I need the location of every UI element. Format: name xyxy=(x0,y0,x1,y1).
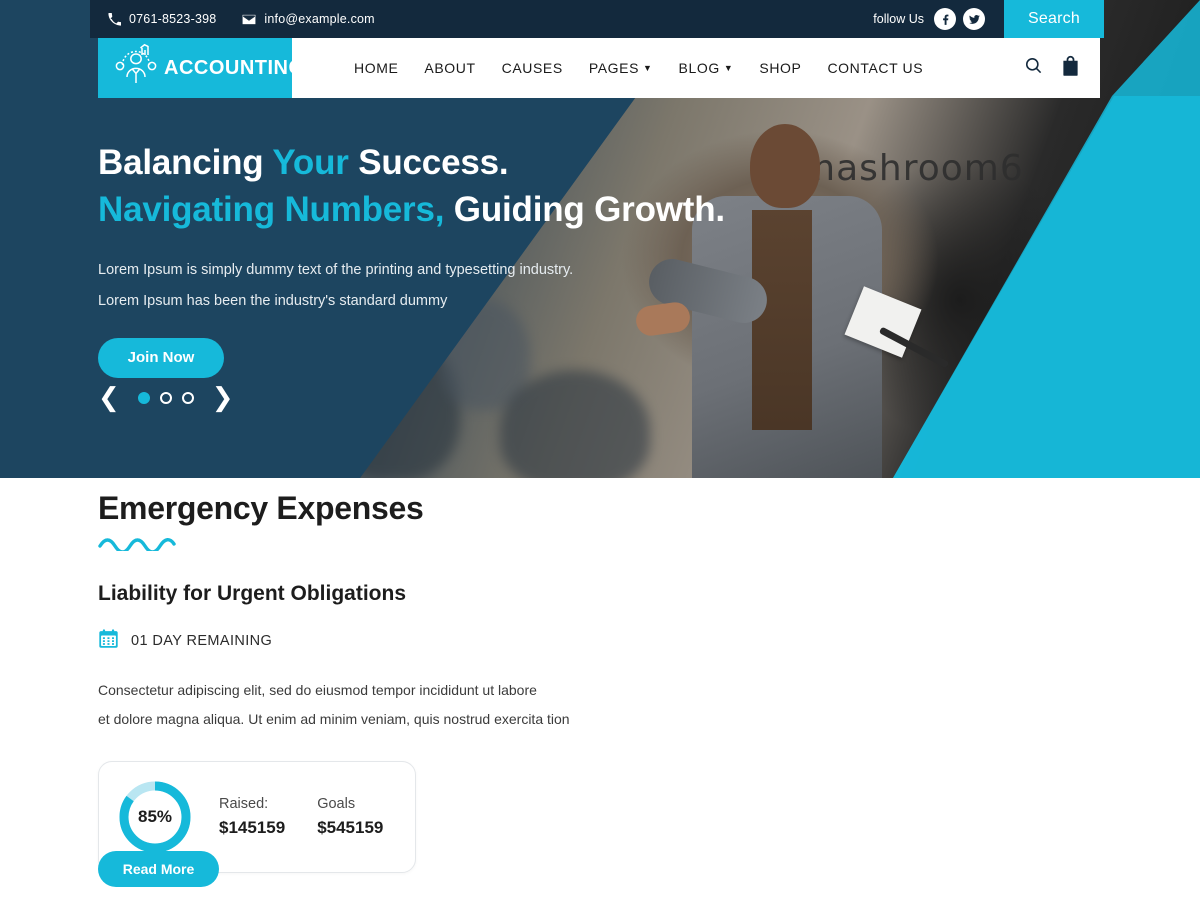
email-address: info@example.com xyxy=(264,12,375,26)
hero-blurred-figure xyxy=(500,370,650,478)
phone-number: 0761-8523-398 xyxy=(129,12,217,26)
hero-content: Balancing Your Success. Navigating Numbe… xyxy=(98,140,738,378)
read-more-button[interactable]: Read More xyxy=(98,851,219,887)
carousel-dot-2[interactable] xyxy=(159,392,172,404)
site-header: ACCOUNTING HOME ABOUT CAUSES PAGES ▼ BLO… xyxy=(98,38,1100,98)
nav-label: HOME xyxy=(354,60,399,76)
nav-item-pages[interactable]: PAGES ▼ xyxy=(589,60,653,76)
section-title: Emergency Expenses xyxy=(98,490,424,526)
search-button[interactable]: Search xyxy=(1004,0,1104,38)
chevron-left-icon[interactable]: ❮ xyxy=(98,385,120,411)
follow-us-label: follow Us xyxy=(873,12,924,26)
raised-column: Raised: $145159 xyxy=(219,796,285,838)
nav-item-causes[interactable]: CAUSES xyxy=(502,60,563,76)
progress-percent-label: 85% xyxy=(137,806,173,826)
nav-label: SHOP xyxy=(759,60,802,76)
phone-contact[interactable]: 0761-8523-398 xyxy=(108,12,216,26)
hero-title-highlight: Navigating Numbers, xyxy=(98,189,445,229)
nav-label: ABOUT xyxy=(424,60,476,76)
nav-label: PAGES xyxy=(588,60,640,76)
join-now-button[interactable]: Join Now xyxy=(98,337,224,378)
section-paragraph-line: et dolore magna aliqua. Ut enim ad minim… xyxy=(98,711,570,728)
nav-label: CAUSES xyxy=(501,60,563,76)
progress-donut: 85% xyxy=(117,779,193,855)
hero-title-part: Success. xyxy=(348,143,509,182)
days-remaining-label: 01 DAY REMAINING xyxy=(131,633,273,649)
accountant-icon xyxy=(112,43,160,94)
carousel-dots xyxy=(137,392,194,404)
chevron-right-icon[interactable]: ❯ xyxy=(212,385,234,411)
twitter-icon[interactable] xyxy=(963,8,985,30)
raised-value: $145159 xyxy=(219,817,286,837)
nav-item-contact-us[interactable]: CONTACT US xyxy=(827,60,923,76)
nav-label: BLOG xyxy=(678,60,720,76)
hero-carousel-controls: ❮ ❯ xyxy=(98,385,234,411)
calendar-icon xyxy=(98,628,119,654)
nav-item-about[interactable]: ABOUT xyxy=(424,60,475,76)
header-icon-group xyxy=(1024,55,1100,81)
hero-paragraph: Lorem Ipsum is simply dummy text of the … xyxy=(98,255,738,316)
hero-title-highlight: Your xyxy=(272,143,349,182)
nav-item-shop[interactable]: SHOP xyxy=(759,60,801,76)
chevron-down-icon: ▼ xyxy=(643,62,653,73)
carousel-dot-3[interactable] xyxy=(181,392,194,404)
chevron-down-icon: ▼ xyxy=(723,62,734,73)
phone-icon xyxy=(108,12,121,26)
funding-figures: Raised: $145159 Goals $545159 xyxy=(219,796,383,838)
top-bar: 0761-8523-398 info@example.com follow Us… xyxy=(0,0,1200,38)
nav-item-blog[interactable]: BLOG ▼ xyxy=(679,60,734,76)
goals-label: Goals xyxy=(317,795,356,812)
hero-title-part: Balancing xyxy=(98,143,273,182)
search-icon[interactable] xyxy=(1024,56,1043,80)
facebook-icon[interactable] xyxy=(934,8,956,30)
shopping-bag-icon[interactable] xyxy=(1061,55,1080,81)
raised-label: Raised: xyxy=(219,795,269,812)
email-contact[interactable]: info@example.com xyxy=(242,12,375,26)
days-remaining-row: 01 DAY REMAINING xyxy=(98,628,618,654)
nav-label: CONTACT US xyxy=(827,60,924,76)
page-root: mashroom6 0761-8523-398 info@example.com… xyxy=(0,0,1200,900)
carousel-dot-1[interactable] xyxy=(137,392,150,404)
logo[interactable]: ACCOUNTING xyxy=(98,38,304,98)
section-paragraph-line: Consectetur adipiscing elit, sed do eius… xyxy=(98,682,537,698)
hero-paragraph-line: Lorem Ipsum has been the industry's stan… xyxy=(98,292,448,309)
goals-value: $545159 xyxy=(317,817,384,837)
envelope-icon xyxy=(242,14,256,25)
hero-title-part: Guiding Growth. xyxy=(444,189,725,229)
hero-paragraph-line: Lorem Ipsum is simply dummy text of the … xyxy=(98,262,574,279)
nav-item-home[interactable]: HOME xyxy=(354,60,398,76)
main-navigation: HOME ABOUT CAUSES PAGES ▼ BLOG ▼ SHOP CO… xyxy=(354,60,923,76)
section-subtitle: Liability for Urgent Obligations xyxy=(98,582,407,605)
emergency-expenses-section: Emergency Expenses Liability for Urgent … xyxy=(0,478,1200,900)
section-paragraph: Consectetur adipiscing elit, sed do eius… xyxy=(98,676,618,735)
wave-underline xyxy=(98,537,618,556)
goals-column: Goals $545159 xyxy=(317,796,383,838)
hero-headline: Balancing Your Success. Navigating Numbe… xyxy=(98,140,738,233)
logo-text: ACCOUNTING xyxy=(164,56,305,79)
section-left-column: Emergency Expenses Liability for Urgent … xyxy=(98,490,618,873)
